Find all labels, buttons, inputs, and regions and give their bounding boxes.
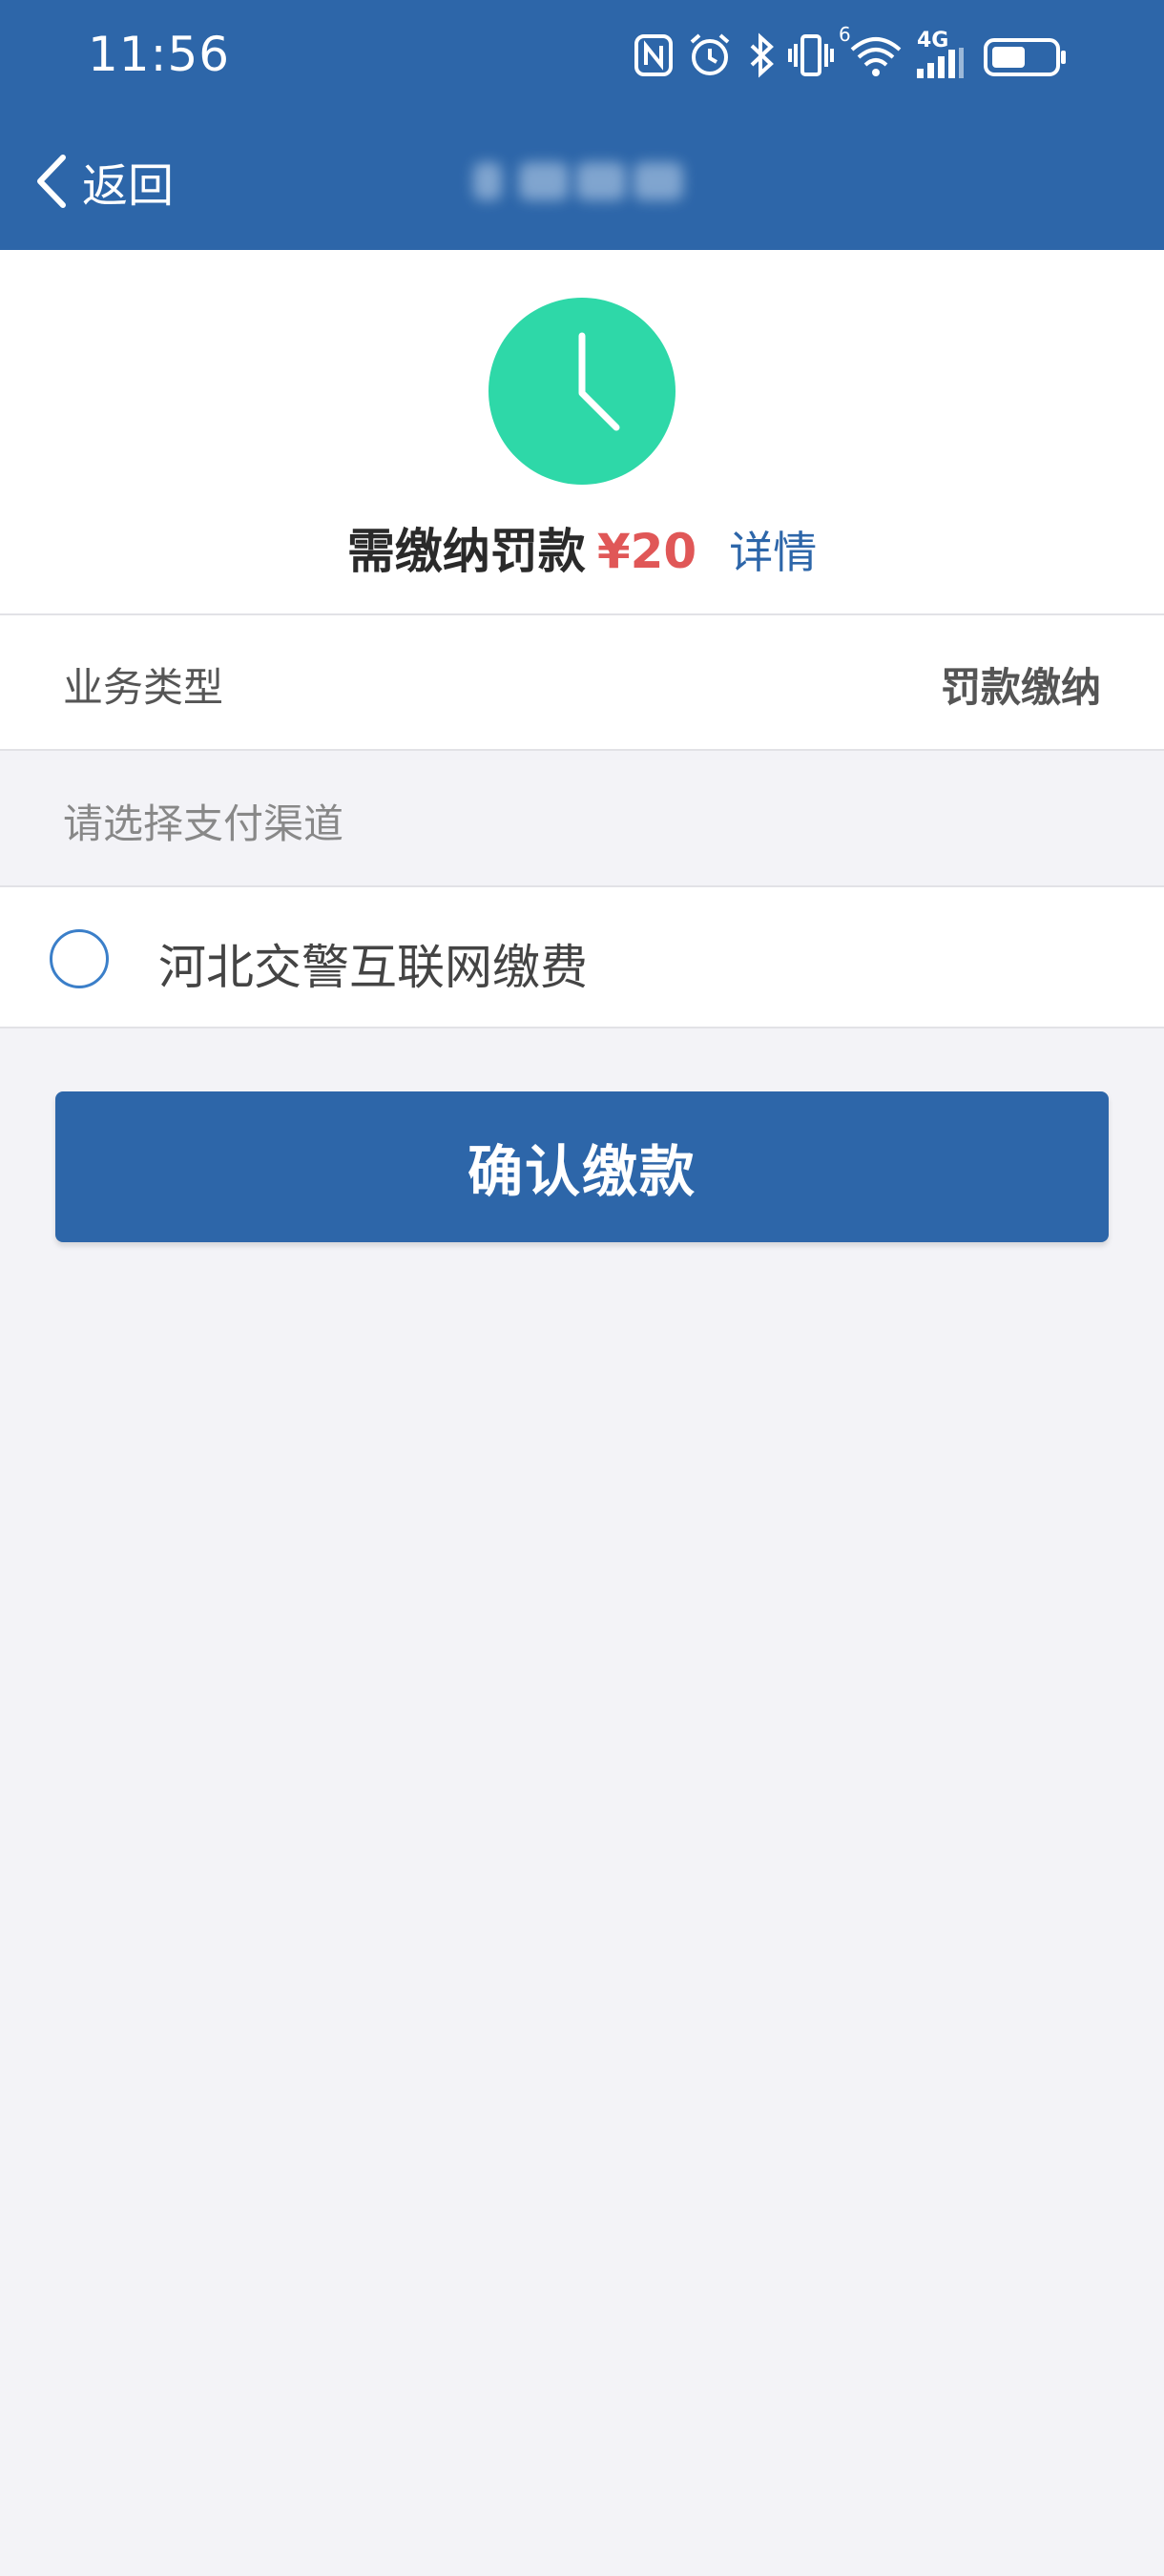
battery-icon (984, 38, 1066, 76)
vibrate-icon (788, 34, 834, 76)
page-title-redacted (469, 151, 698, 210)
fine-amount: ¥20 (596, 524, 697, 579)
status-icons: 6 4G (634, 23, 1073, 86)
business-type-value: 罚款缴纳 (940, 664, 1101, 711)
status-time: 11:56 (88, 27, 231, 82)
confirm-payment-button[interactable]: 确认缴款 (55, 1091, 1109, 1242)
payment-channel-option[interactable]: 河北交警互联网缴费 (0, 885, 1164, 1028)
bluetooth-icon (750, 32, 774, 78)
nfc-icon (634, 34, 673, 76)
back-label: 返回 (82, 159, 175, 213)
business-type-label: 业务类型 (63, 664, 224, 711)
clock-icon (488, 298, 676, 485)
details-link[interactable]: 详情 (729, 527, 817, 578)
wifi-icon (850, 37, 902, 76)
fine-label: 需缴纳罚款 (346, 524, 586, 579)
channel-label: 河北交警互联网缴费 (158, 940, 588, 995)
payment-section-title: 请选择支付渠道 (63, 800, 344, 847)
app-header: 11:56 6 4G 返回 (0, 0, 1164, 250)
back-button[interactable]: 返回 (34, 148, 206, 215)
business-type-row: 业务类型 罚款缴纳 (0, 615, 1164, 751)
chevron-left-icon (37, 155, 66, 208)
fine-summary-card: 需缴纳罚款 ¥20 详情 (0, 250, 1164, 615)
fine-row: 需缴纳罚款 ¥20 详情 (0, 513, 1164, 580)
alarm-icon (690, 33, 730, 75)
channel-radio[interactable] (50, 929, 109, 988)
signal-icon (917, 48, 964, 78)
wifi-badge: 6 (839, 23, 851, 46)
